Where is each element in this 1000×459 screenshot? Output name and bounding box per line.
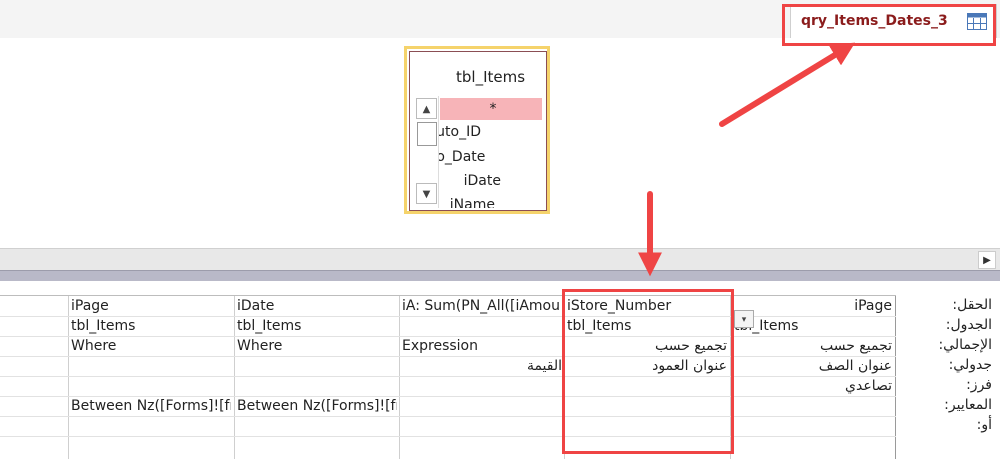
arrow-to-tab xyxy=(719,42,856,127)
annotation-arrows xyxy=(638,42,856,277)
